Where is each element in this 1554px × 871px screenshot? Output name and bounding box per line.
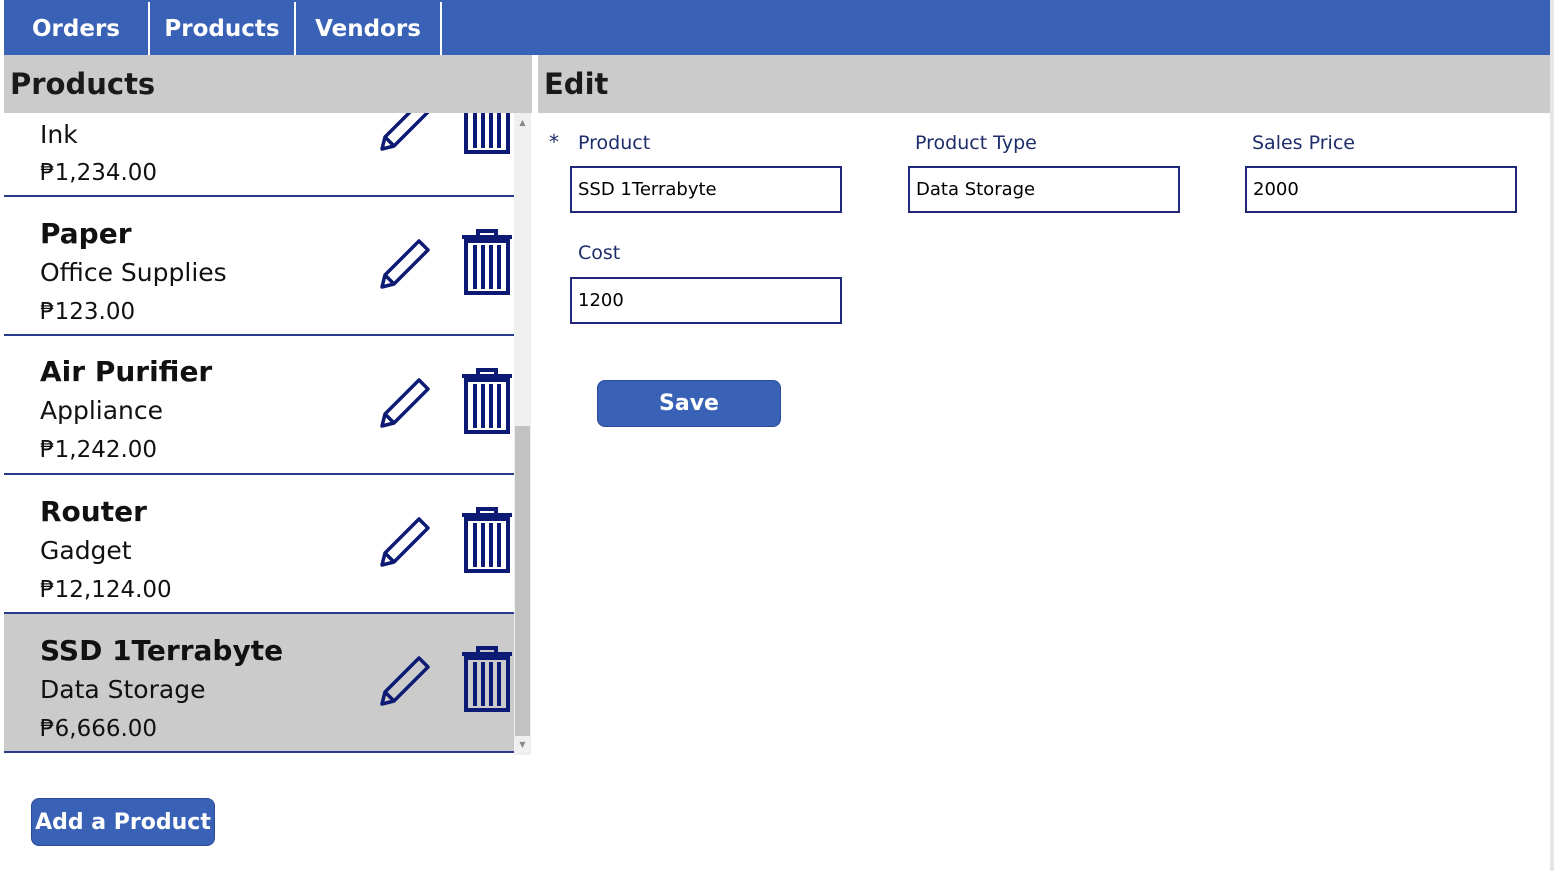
product-name: SSD 1Terrabyte — [40, 634, 284, 667]
edit-panel-title: Edit — [538, 55, 1550, 113]
gallery-scrollbar[interactable]: ▲ ▼ — [514, 113, 531, 755]
scroll-down-arrow-icon[interactable]: ▼ — [514, 737, 531, 751]
trash-icon[interactable] — [460, 113, 514, 154]
trash-icon[interactable] — [460, 646, 514, 712]
scroll-up-arrow-icon[interactable]: ▲ — [514, 115, 531, 129]
product-price: ₱1,242.00 — [40, 437, 158, 463]
product-type-field-label: Product Type — [915, 132, 1037, 154]
cost-field[interactable] — [570, 277, 842, 324]
products-panel-title: Products — [4, 55, 532, 113]
add-product-button[interactable]: Add a Product — [31, 798, 215, 846]
product-type: Data Storage — [40, 675, 206, 704]
top-nav-bar: Orders Products Vendors — [4, 0, 1550, 55]
product-type: Ink — [40, 120, 78, 149]
product-type-field[interactable] — [908, 166, 1180, 213]
product-price: ₱6,666.00 — [40, 716, 158, 742]
pencil-icon[interactable] — [376, 237, 432, 293]
product-card-selected[interactable]: SSD 1Terrabyte Data Storage ₱6,666.00 — [4, 614, 514, 753]
product-name: Router — [40, 495, 147, 528]
trash-icon[interactable] — [460, 507, 514, 573]
save-button[interactable]: Save — [597, 380, 781, 427]
product-type: Appliance — [40, 396, 164, 425]
tab-products[interactable]: Products — [150, 2, 296, 55]
product-type: Office Supplies — [40, 258, 227, 287]
product-price: ₱123.00 — [40, 299, 136, 325]
pencil-icon[interactable] — [376, 113, 432, 155]
pencil-icon[interactable] — [376, 515, 432, 571]
product-field-label: Product — [578, 132, 651, 154]
window-edge — [1550, 0, 1554, 871]
product-card[interactable]: Air Purifier Appliance ₱1,242.00 — [4, 336, 514, 475]
product-price: ₱12,124.00 — [40, 577, 172, 603]
scrollbar-thumb[interactable] — [515, 426, 530, 736]
product-card[interactable]: Ink ₱1,234.00 — [4, 113, 514, 197]
cost-field-label: Cost — [578, 242, 621, 264]
sales-price-field-label: Sales Price — [1252, 132, 1355, 154]
required-marker: * — [549, 130, 559, 154]
trash-icon[interactable] — [460, 229, 514, 295]
tab-vendors[interactable]: Vendors — [296, 2, 442, 55]
product-card[interactable]: Router Gadget ₱12,124.00 — [4, 475, 514, 614]
product-name: Air Purifier — [40, 355, 213, 388]
trash-icon[interactable] — [460, 368, 514, 434]
product-card[interactable]: Paper Office Supplies ₱123.00 — [4, 197, 514, 336]
product-type: Gadget — [40, 536, 132, 565]
pencil-icon[interactable] — [376, 376, 432, 432]
pencil-icon[interactable] — [376, 654, 432, 710]
product-field[interactable] — [570, 166, 842, 213]
product-name: Paper — [40, 217, 132, 250]
products-gallery: Ink ₱1,234.00 Paper Office Supplies ₱123… — [4, 113, 532, 755]
sales-price-field[interactable] — [1245, 166, 1517, 213]
tab-orders[interactable]: Orders — [4, 2, 150, 55]
product-price: ₱1,234.00 — [40, 160, 158, 186]
